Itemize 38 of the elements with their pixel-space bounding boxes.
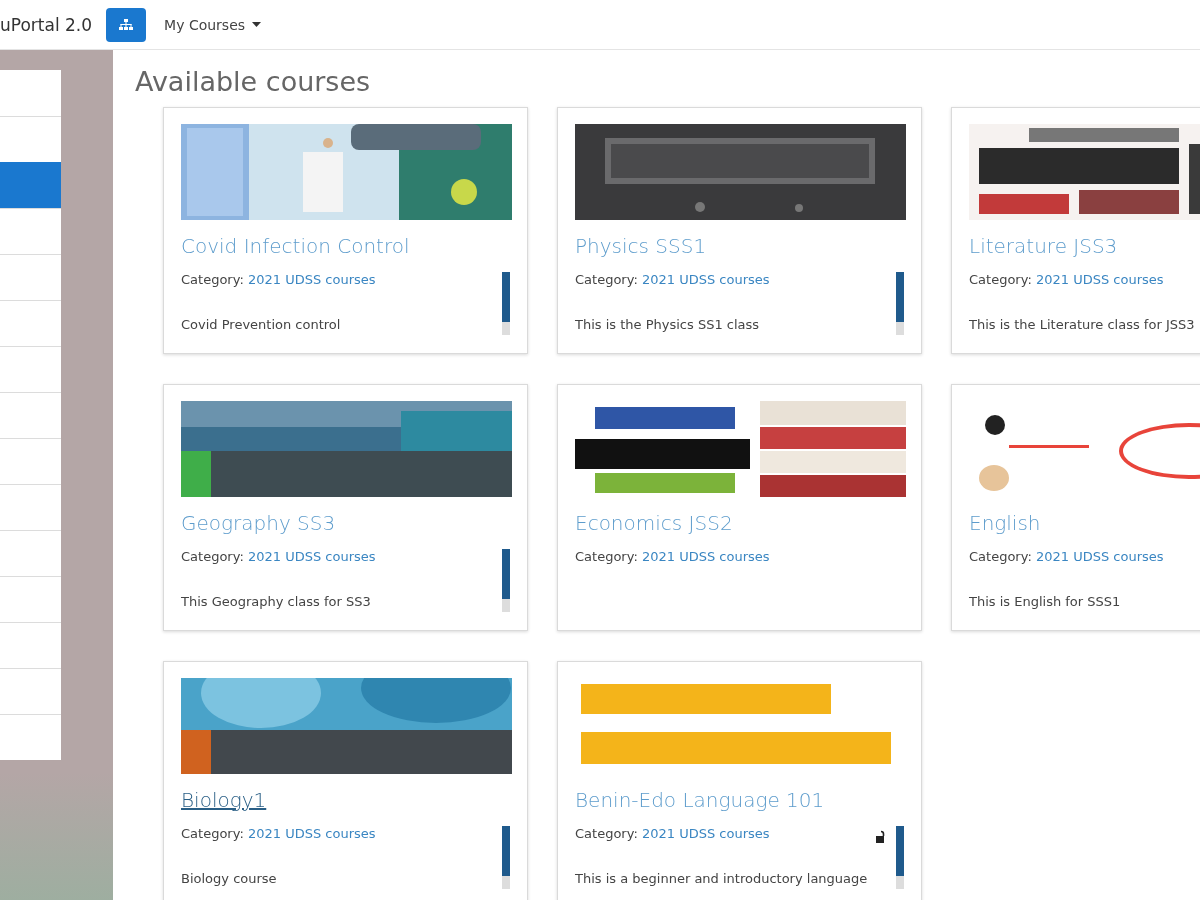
- category-link[interactable]: 2021 UDSS courses: [641, 272, 770, 287]
- category-link[interactable]: 2021 UDSS courses: [1035, 549, 1164, 564]
- course-title-link[interactable]: Physics SSS1: [575, 234, 707, 258]
- course-title-link[interactable]: Benin-Edo Language 101: [575, 788, 825, 812]
- category-link[interactable]: 2021 UDSS courses: [247, 826, 376, 841]
- category-label: Category:: [575, 549, 638, 564]
- course-description: Covid Prevention control: [181, 317, 342, 332]
- page-heading: Available courses: [135, 66, 372, 97]
- course-title-link[interactable]: Biology1: [181, 788, 267, 812]
- course-title-link[interactable]: Geography SS3: [181, 511, 336, 535]
- category-label: Category:: [575, 272, 638, 287]
- caret-icon: [252, 22, 262, 27]
- course-title-link[interactable]: Covid Infection Control: [181, 234, 410, 258]
- site-brand[interactable]: uPortal 2.0: [0, 14, 93, 35]
- my-courses-menu[interactable]: My Courses: [158, 15, 268, 34]
- category-label: Category:: [181, 826, 244, 841]
- category-link[interactable]: 2021 UDSS courses: [247, 549, 376, 564]
- course-description: This is the Literature class for JSS3: [969, 317, 1196, 332]
- category-label: Category:: [181, 549, 244, 564]
- category-link[interactable]: 2021 UDSS courses: [641, 549, 770, 564]
- sitemap-icon: [119, 18, 134, 31]
- site-map-button[interactable]: [106, 7, 147, 42]
- course-title-link[interactable]: English: [969, 511, 1041, 535]
- category-label: Category:: [969, 549, 1032, 564]
- course-description: This is the Physics SS1 class: [575, 317, 761, 332]
- category-link[interactable]: 2021 UDSS courses: [641, 826, 770, 841]
- category-link[interactable]: 2021 UDSS courses: [1035, 272, 1164, 287]
- category-label: Category:: [575, 826, 638, 841]
- course-description: This Geography class for SS3: [181, 594, 372, 609]
- course-title-link[interactable]: Literature JSS3: [969, 234, 1118, 258]
- category-label: Category:: [969, 272, 1032, 287]
- sidebar-item[interactable]: [0, 162, 61, 208]
- category-link[interactable]: 2021 UDSS courses: [247, 272, 376, 287]
- course-description: This is English for SSS1: [969, 594, 1122, 609]
- course-description: Biology course: [181, 871, 278, 886]
- category-label: Category:: [181, 272, 244, 287]
- course-description: This is a beginner and introductory language: [575, 871, 869, 886]
- course-title-link[interactable]: Economics JSS2: [575, 511, 733, 535]
